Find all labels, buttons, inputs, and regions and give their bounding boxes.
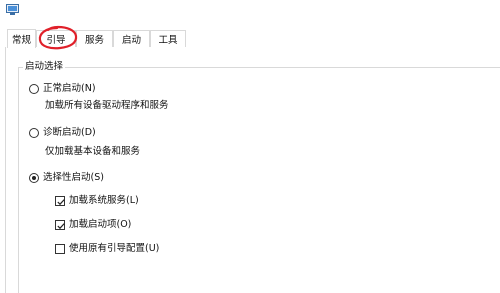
tab-label: 引导 [46,35,66,46]
selective-startup-radio[interactable]: 选择性启动(S) [29,172,104,184]
tab-label: 常规 [11,35,31,46]
use-original-boot-config-checkbox[interactable]: 使用原有引导配置(U) [55,243,159,255]
radio-label: 正常启动(N) [43,83,96,94]
checkbox[interactable] [55,196,65,206]
diagnostic-startup-radio[interactable]: 诊断启动(D) [29,127,96,139]
radio-label: 诊断启动(D) [43,127,96,138]
tab-services[interactable]: 服务 [76,30,113,47]
group-title: 启动选择 [23,61,66,73]
tab-boot[interactable]: 引导 [36,30,76,47]
tab-strip: 常规 引导 服务 启动 工具 [0,29,500,48]
checkbox-label: 使用原有引导配置(U) [69,243,160,254]
title-bar [0,0,500,24]
checkbox-label: 加载系统服务(L) [69,195,139,206]
tab-label: 工具 [158,35,178,46]
load-startup-items-checkbox[interactable]: 加载启动项(O) [55,219,131,231]
normal-startup-description: 加载所有设备驱动程序和服务 [45,100,169,111]
tab-startup[interactable]: 启动 [113,30,150,47]
radio-button[interactable] [29,84,39,94]
tab-label: 服务 [84,35,104,46]
system-config-icon [6,4,19,16]
tab-label: 启动 [121,35,141,46]
load-system-services-checkbox[interactable]: 加载系统服务(L) [55,195,139,207]
checkbox[interactable] [55,220,65,230]
radio-button[interactable] [29,128,39,138]
tab-tools[interactable]: 工具 [150,30,186,47]
checkmark-icon [57,199,65,206]
checkbox-label: 加载启动项(O) [69,219,132,230]
radio-button[interactable] [29,173,39,183]
normal-startup-radio[interactable]: 正常启动(N) [29,83,96,95]
checkbox[interactable] [55,244,65,254]
diagnostic-startup-description: 仅加载基本设备和服务 [45,146,141,157]
radio-label: 选择性启动(S) [43,172,104,183]
checkmark-icon [57,223,65,230]
tab-general[interactable]: 常规 [7,29,36,48]
